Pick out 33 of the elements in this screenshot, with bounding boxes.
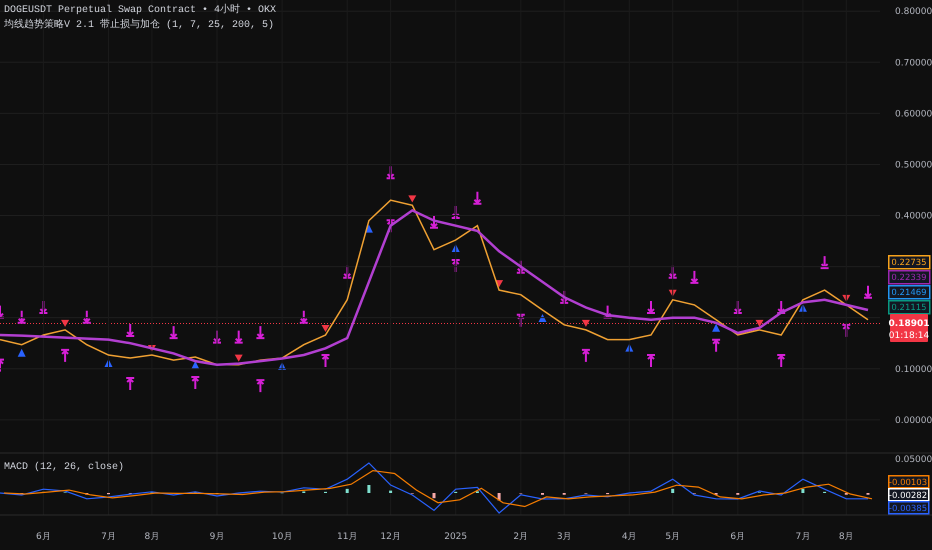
x-tick-label: 5月 [665,532,680,542]
y-tick-label: 0.40000 [895,212,932,222]
x-tick-label: 7月 [101,532,116,542]
x-tick-label: 8月 [144,532,160,542]
macd-value-tag: -0.00385 [888,500,930,514]
x-tick-label: 7月 [796,532,810,542]
strategy-title: 均线趋势策略V 2.1 带止损与加仓 (1, 7, 25, 200, 5) [4,20,276,32]
macd-value-tag: -0.00103 [888,474,930,488]
price-tag: 0.21115 [888,300,930,314]
x-tick-label: 4月 [622,532,637,542]
y-tick-label: 0.70000 [895,58,932,68]
x-tick-label: 12月 [380,532,401,542]
x-tick-label: 2月 [513,532,528,542]
x-tick-label: 6月 [730,532,746,542]
price-tag: 0.22735 [888,254,930,270]
x-tick-label: 2025 [444,532,468,542]
y-tick-label: 0.50000 [895,160,932,170]
macd-scale-label: 0.05000 [895,455,932,465]
macd-value-tag: -0.00282 [888,488,930,502]
x-tick-label: 9月 [210,532,224,542]
y-tick-label: 0.80000 [895,7,932,18]
macd-title: MACD (12, 26, close) [4,462,124,473]
y-tick-label: 0.00000 [895,416,932,426]
x-tick-label: 3月 [556,532,572,542]
x-tick-label: 10月 [272,532,292,542]
y-tick-label: 0.10000 [895,364,932,375]
x-tick-label: 11月 [336,532,358,542]
y-tick-label: 0.60000 [895,109,932,120]
x-tick-label: 6月 [36,532,51,542]
x-tick-label: 8月 [838,532,854,542]
symbol-title: DOGEUSDT Perpetual Swap Contract • 4小时 • OKX [4,5,276,17]
price-tag: 0.21469 [888,284,930,300]
price-tag: 0.22339 [888,270,930,284]
